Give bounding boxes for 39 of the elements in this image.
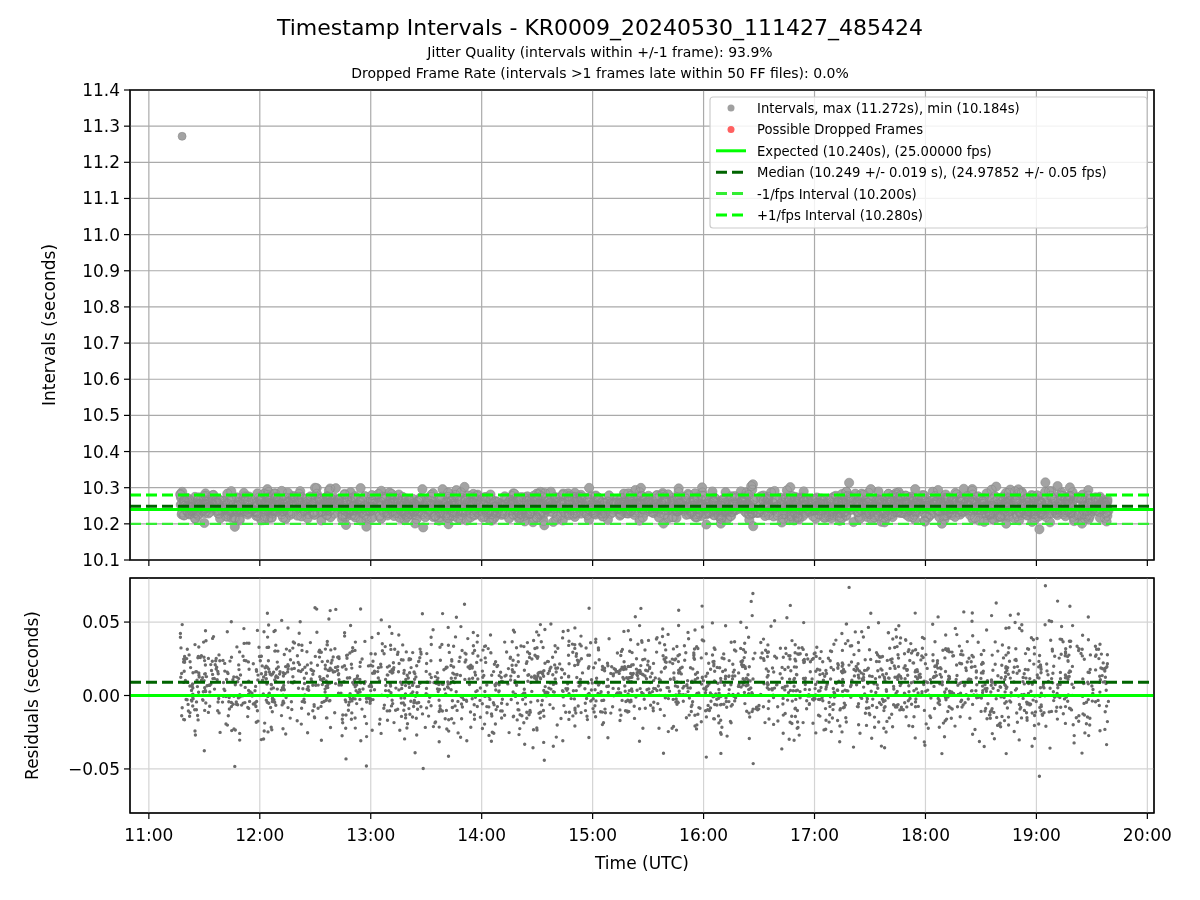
y-tick-label: 0.00 [82, 685, 120, 706]
y-tick-label: 11.1 [82, 188, 120, 209]
y-tick-label: 10.7 [82, 333, 120, 354]
x-tick-label: 13:00 [346, 825, 396, 845]
chart-title: Timestamp Intervals - KR0009_20240530_111427_485424 [276, 14, 924, 42]
y-tick-label: 10.9 [82, 260, 120, 281]
legend-label: Median (10.249 +/- 0.019 s), (24.97852 +/- 0.05 fps) [757, 165, 1107, 181]
x-tick-label: 12:00 [235, 825, 285, 845]
chart-subtitle: Dropped Frame Rate (intervals >1 frames late within 50 FF files): 0.0% [351, 64, 849, 83]
y-axis-label: Intervals (seconds) [39, 243, 59, 407]
legend-label: Expected (10.240s), (25.00000 fps) [757, 143, 992, 159]
x-tick-label: 16:00 [679, 825, 729, 845]
y-tick-label: 11.0 [82, 224, 120, 245]
y-tick-label: 10.6 [82, 369, 120, 390]
y-axis-label: Residuals (seconds) [22, 611, 42, 780]
x-axis-label: Time (UTC) [595, 853, 689, 873]
y-tick-label: 0.05 [82, 612, 120, 633]
y-tick-label: 11.2 [82, 152, 120, 173]
chart-subtitle: Jitter Quality (intervals within +/-1 frame): 93.9% [427, 43, 773, 62]
legend-label: Possible Dropped Frames [757, 122, 924, 138]
y-tick-label: 10.4 [82, 441, 120, 462]
x-tick-label: 15:00 [568, 825, 618, 845]
x-tick-label: 17:00 [790, 825, 839, 845]
legend-label: +1/fps Interval (10.280s) [757, 208, 923, 223]
y-tick-label: −0.05 [67, 758, 120, 779]
x-tick-label: 19:00 [1011, 825, 1061, 845]
y-tick-label: 11.3 [82, 116, 120, 137]
legend-label: -1/fps Interval (10.200s) [757, 186, 917, 202]
y-tick-label: 10.2 [82, 513, 120, 534]
x-tick-label: 11:00 [124, 825, 174, 845]
legend-label: Intervals, max (11.272s), min (10.184s) [757, 101, 1020, 116]
y-tick-label: 10.3 [82, 477, 120, 498]
y-tick-label: 10.8 [82, 296, 120, 317]
x-tick-label: 14:00 [457, 825, 507, 845]
y-tick-label: 11.4 [82, 80, 120, 100]
y-tick-label: 10.1 [82, 550, 120, 570]
x-tick-label: 18:00 [900, 825, 950, 845]
y-tick-label: 10.5 [82, 405, 120, 426]
x-tick-label: 20:00 [1122, 825, 1172, 845]
